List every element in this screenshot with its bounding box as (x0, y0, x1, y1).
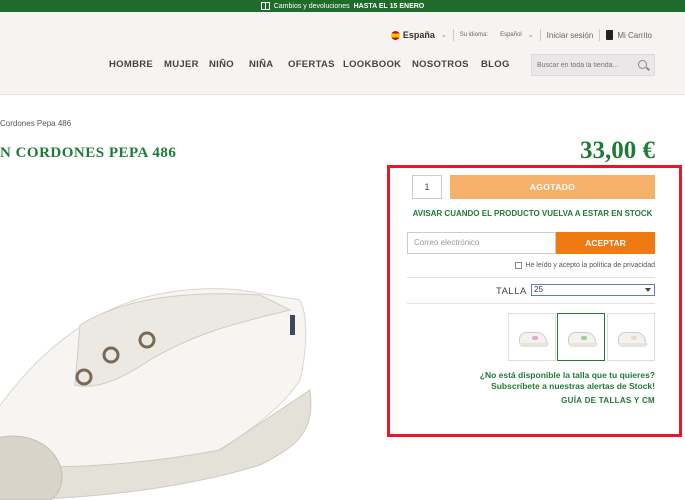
size-guide-link[interactable]: GUÍA DE TALLAS Y CM (561, 396, 655, 405)
cart-icon[interactable] (606, 30, 614, 40)
divider (407, 303, 655, 304)
stock-subscribe-link[interactable]: Subscríbete a nuestras alertas de Stock! (415, 381, 655, 392)
privacy-checkbox[interactable] (515, 262, 523, 269)
stock-alert-text[interactable]: ¿No está disponible la talla que tu quie… (415, 370, 655, 392)
promo-bar: Cambios y devoluciones HASTA EL 15 ENERO (0, 0, 685, 12)
country-selector[interactable]: España (403, 30, 435, 40)
chevron-down-icon[interactable]: ⌄ (528, 31, 534, 39)
color-thumbnail[interactable] (508, 313, 556, 361)
main-nav: HOMBRE MUJER NIÑO NIÑA OFERTAS LOOKBOOK … (109, 59, 510, 70)
nav-item-nino[interactable]: NIÑO (209, 59, 249, 70)
lace-detail (532, 336, 538, 340)
chevron-down-icon[interactable]: ⌄ (441, 31, 447, 39)
divider (407, 277, 655, 278)
chevron-down-icon[interactable] (645, 288, 651, 292)
utility-bar: España ⌄ Su idioma: Español ⌄ Iniciar se… (390, 29, 652, 41)
email-field[interactable]: Correo electrónico (407, 232, 556, 254)
nav-item-mujer[interactable]: MUJER (164, 59, 209, 70)
divider (452, 29, 454, 41)
stock-notify-heading: AVISAR CUANDO EL PRODUCTO VUELVA A ESTAR… (412, 209, 653, 218)
nav-item-ofertas[interactable]: OFERTAS (288, 59, 343, 70)
search-input[interactable] (537, 61, 632, 69)
privacy-label: He leído y acepto la política de privaci… (525, 262, 655, 269)
shoe-thumbnail-image (519, 332, 549, 347)
lace-detail (631, 336, 637, 340)
size-label: TALLA (496, 286, 527, 297)
privacy-consent[interactable]: He leído y acepto la política de privaci… (515, 262, 655, 269)
nav-item-nosotros[interactable]: NOSOTROS (412, 59, 481, 70)
shoe-thumbnail-image (618, 332, 648, 347)
product-image (0, 288, 312, 500)
breadcrumb[interactable]: Cordones Pepa 486 (0, 119, 71, 128)
shoe-thumbnail-image (568, 332, 598, 347)
size-value: 25 (534, 285, 543, 294)
spain-flag-icon (390, 30, 400, 40)
size-select[interactable]: 25 (531, 284, 655, 296)
promo-highlight: HASTA EL 15 ENERO (353, 2, 425, 10)
language-selector[interactable]: Español (500, 32, 522, 38)
accept-button[interactable]: ACEPTAR (556, 232, 655, 254)
nav-item-hombre[interactable]: HOMBRE (109, 59, 164, 70)
promo-text: Cambios y devoluciones (273, 2, 350, 10)
nav-item-nina[interactable]: NIÑA (249, 59, 288, 70)
login-link[interactable]: Iniciar sesión (547, 31, 594, 40)
lace-detail (581, 336, 587, 340)
gift-icon (260, 2, 270, 10)
color-thumbnail[interactable] (607, 313, 655, 361)
nav-item-blog[interactable]: BLOG (481, 59, 510, 70)
quantity-input[interactable]: 1 (412, 175, 442, 199)
search-icon[interactable] (638, 60, 647, 69)
language-label: Su idioma: (459, 32, 489, 38)
sold-out-button[interactable]: AGOTADO (450, 175, 655, 199)
search-box (531, 54, 655, 76)
divider (539, 29, 541, 41)
product-price: 33,00 € (580, 137, 655, 164)
color-thumbnail-selected[interactable] (557, 313, 605, 361)
product-title: N CORDONES PEPA 486 (0, 145, 177, 161)
stock-question[interactable]: ¿No está disponible la talla que tu quie… (415, 370, 655, 381)
divider (599, 29, 601, 41)
site-header: España ⌄ Su idioma: Español ⌄ Iniciar se… (0, 12, 685, 95)
cart-link[interactable]: Mi Carrito (617, 31, 652, 40)
nav-item-lookbook[interactable]: LOOKBOOK (343, 59, 412, 70)
